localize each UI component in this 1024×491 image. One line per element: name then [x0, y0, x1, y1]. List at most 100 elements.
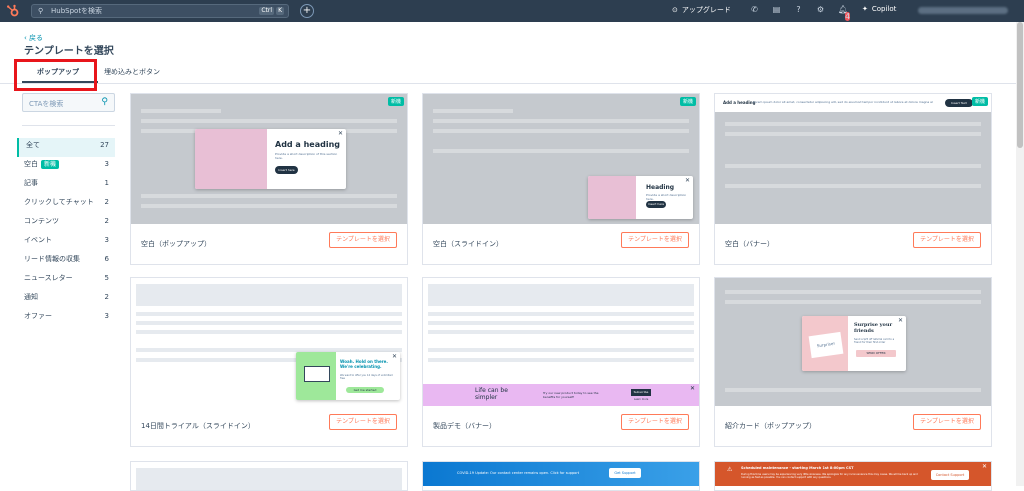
preview-desc: Lorem ipsum dolor sit amet, consectetur …	[753, 100, 933, 104]
category-label: オファー	[24, 312, 52, 320]
kbd-k: K	[276, 7, 284, 15]
category-item-article[interactable]: 記事 1	[17, 176, 115, 195]
notifications-bell-icon[interactable]: 🔔︎4	[838, 5, 851, 21]
template-preview: 新機 ✕ Add a heading Provide a short descr…	[131, 94, 407, 224]
template-name: 14日間トライアル（スライドイン）	[141, 422, 255, 430]
copilot-button[interactable]: ✦ Copilot	[862, 5, 896, 13]
category-count: 2	[104, 217, 109, 225]
category-label: 全て	[26, 141, 40, 149]
category-label: リード情報の収集	[24, 255, 80, 263]
new-badge: 新機	[41, 160, 60, 169]
popup-preview: Surprise! ✕ Surprise your friends Send a…	[802, 316, 906, 371]
category-item-notification[interactable]: 通知 2	[17, 290, 115, 309]
preview-button: Get me started	[346, 387, 384, 393]
card-footer: 空白（スライドイン） テンプレートを選択	[423, 225, 699, 265]
sidebar-divider	[22, 125, 115, 126]
preview-button: SEND OFFER	[856, 350, 896, 357]
settings-gear-icon[interactable]: ⚙	[816, 5, 825, 15]
page-scrollbar[interactable]	[1016, 22, 1024, 486]
category-count: 2	[104, 293, 109, 301]
global-search-input[interactable]: ⚲ HubSpotを検索 Ctrl K	[31, 4, 289, 18]
hubspot-logo-icon[interactable]	[6, 4, 20, 18]
category-label: 空白	[24, 160, 38, 168]
preview-desc: We want to offer you 14 days of unlimite…	[340, 374, 393, 380]
banner-preview: COVID-19 Update: Our contact center rema…	[423, 462, 699, 486]
template-card-blank-popup[interactable]: 新機 ✕ Add a heading Provide a short descr…	[130, 93, 408, 265]
preview-link: Learn more	[634, 398, 649, 401]
template-name: 製品デモ（バナー）	[433, 422, 496, 430]
template-name: 紹介カード（ポップアップ）	[725, 422, 816, 430]
template-preview: Add a heading Lorem ipsum dolor sit amet…	[715, 94, 991, 224]
banner-preview: ⚠ Scheduled maintenance - starting March…	[715, 462, 991, 486]
slidein-preview: ✕ Heading Provide a short description he…	[588, 176, 693, 219]
category-item-offer[interactable]: オファー 3	[17, 309, 115, 328]
search-placeholder: HubSpotを検索	[51, 7, 103, 15]
select-template-button[interactable]: テンプレートを選択	[329, 232, 397, 248]
category-item-event[interactable]: イベント 3	[17, 233, 115, 252]
notification-badge: 4	[844, 12, 851, 21]
upgrade-button[interactable]: ⊙ アップグレード	[672, 5, 731, 15]
category-item-newsletter[interactable]: ニュースレター 5	[17, 271, 115, 290]
cta-search-placeholder: CTAを検索	[29, 100, 64, 108]
template-card-blank-banner[interactable]: Add a heading Lorem ipsum dolor sit amet…	[714, 93, 992, 265]
select-template-button[interactable]: テンプレートを選択	[913, 232, 981, 248]
kbd-ctrl: Ctrl	[259, 7, 275, 15]
category-count: 3	[104, 160, 109, 168]
template-name: 空白（スライドイン）	[433, 240, 503, 248]
cta-search-input[interactable]: CTAを検索 ⚲	[22, 93, 115, 112]
account-menu-blurred[interactable]	[918, 7, 1008, 14]
template-card-blank-slidein[interactable]: 新機 ✕ Heading Provide a short description…	[422, 93, 700, 265]
marketplace-icon[interactable]: ▤	[772, 5, 781, 15]
category-item-content[interactable]: コンテンツ 2	[17, 214, 115, 233]
category-label: コンテンツ	[24, 217, 59, 225]
preview-desc: Try our new product today to see the ben…	[543, 391, 599, 399]
scrollbar-thumb[interactable]	[1017, 22, 1023, 148]
help-icon[interactable]: ?	[794, 5, 803, 15]
template-card-product-demo[interactable]: Life can be simpler Try our new product …	[422, 277, 700, 447]
create-plus-button[interactable]: +	[300, 4, 314, 18]
banner-preview: Add a heading Lorem ipsum dolor sit amet…	[715, 94, 991, 112]
preview-desc: Provide a short description here.	[646, 193, 687, 201]
card-footer: 製品デモ（バナー） テンプレートを選択	[423, 407, 699, 447]
preview-heading: Woah. Hold on there. We're celebrating.	[340, 359, 388, 369]
copilot-sparkle-icon: ✦	[862, 5, 868, 13]
phone-icon[interactable]: ✆	[750, 5, 759, 15]
category-item-blank[interactable]: 空白 新機 3	[17, 157, 115, 176]
select-template-button[interactable]: テンプレートを選択	[621, 414, 689, 430]
highlight-annotation-box	[14, 59, 97, 91]
card-footer: 14日間トライアル（スライドイン） テンプレートを選択	[131, 407, 407, 447]
select-template-button[interactable]: テンプレートを選択	[913, 414, 981, 430]
template-card-covid-update[interactable]: COVID-19 Update: Our contact center rema…	[422, 461, 700, 491]
top-navigation-bar: ⚲ HubSpotを検索 Ctrl K + ⊙ アップグレード ✆ ▤ ? ⚙ …	[0, 0, 1024, 22]
preview-button: Insert Text	[945, 99, 973, 107]
close-icon: ✕	[684, 177, 690, 184]
select-template-button[interactable]: テンプレートを選択	[621, 232, 689, 248]
template-card-maintenance[interactable]: ⚠ Scheduled maintenance - starting March…	[714, 461, 992, 491]
card-footer: 空白（ポップアップ） テンプレートを選択	[131, 225, 407, 265]
template-card-partial-1[interactable]	[130, 461, 408, 491]
template-card-referral[interactable]: Surprise! ✕ Surprise your friends Send a…	[714, 277, 992, 447]
search-icon: ⚲	[38, 7, 44, 15]
upgrade-label: アップグレード	[681, 6, 731, 14]
banner-button: Get Support	[609, 468, 641, 478]
tab-embedded-and-button[interactable]: 埋め込みとボタン	[104, 67, 160, 77]
category-count: 1	[104, 179, 109, 187]
template-name: 空白（バナー）	[725, 240, 774, 248]
preview-heading: Surprise your friends	[854, 322, 893, 334]
template-preview: Surprise! ✕ Surprise your friends Send a…	[715, 278, 991, 406]
category-count: 2	[104, 198, 109, 206]
category-filter-list: 全て 27 空白 新機 3 記事 1 クリックしてチャット 2 コンテンツ 2 イベント 3 …	[17, 138, 115, 328]
category-item-lead-capture[interactable]: リード情報の収集 6	[17, 252, 115, 271]
new-badge: 新機	[971, 97, 988, 106]
category-item-all[interactable]: 全て 27	[17, 138, 115, 157]
category-item-click-to-chat[interactable]: クリックしてチャット 2	[17, 195, 115, 214]
preview-button: Insert here	[646, 201, 666, 208]
category-count: 5	[104, 274, 109, 282]
category-count: 6	[104, 255, 109, 263]
slidein-preview: ✕ Woah. Hold on there. We're celebrating…	[296, 352, 400, 400]
search-icon: ⚲	[101, 97, 108, 107]
preview-heading: Heading	[646, 184, 675, 191]
select-template-button[interactable]: テンプレートを選択	[329, 414, 397, 430]
page-title: テンプレートを選択	[24, 46, 114, 57]
template-card-14day-trial[interactable]: ✕ Woah. Hold on there. We're celebrating…	[130, 277, 408, 447]
